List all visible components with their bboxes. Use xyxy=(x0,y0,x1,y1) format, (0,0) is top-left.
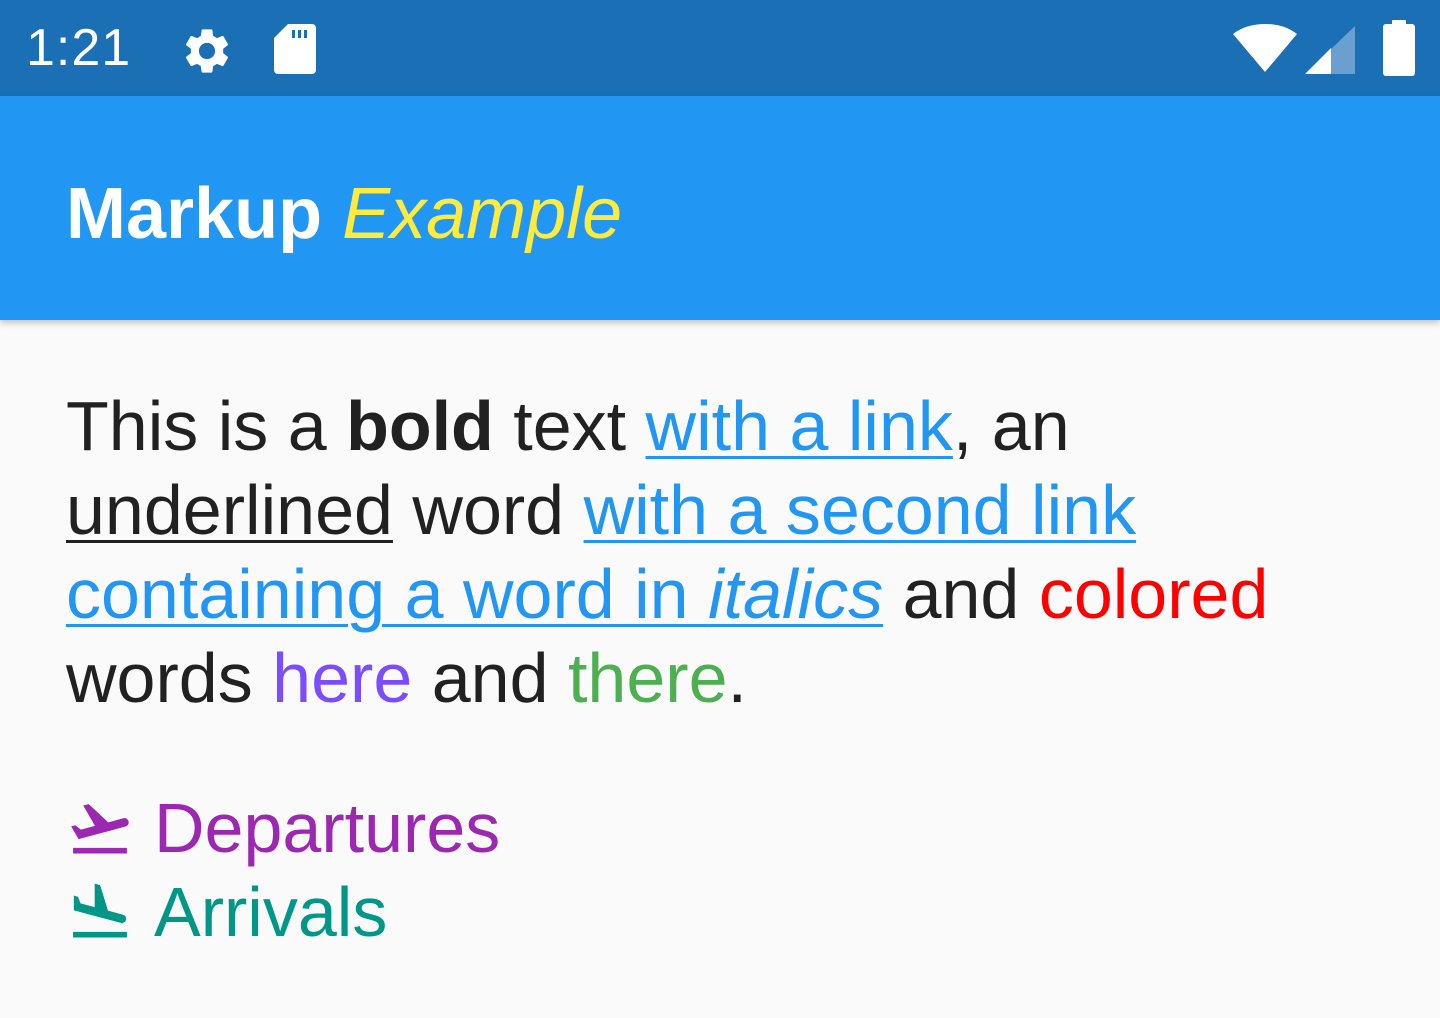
plain-text: word xyxy=(392,471,584,549)
second-link-continued[interactable]: containing a word in italics xyxy=(66,555,883,633)
paragraph-line: This is a bold text with a link, an xyxy=(66,384,1386,468)
list-item-departures: Departures xyxy=(66,786,1066,870)
first-link[interactable]: with a link xyxy=(646,387,953,465)
paragraph-line: words here and there. xyxy=(66,636,1386,720)
sd-card-icon xyxy=(274,24,316,74)
list-item-arrivals: Arrivals xyxy=(66,870,1066,954)
bold-word: bold xyxy=(346,387,494,465)
colored-word: colored xyxy=(1038,555,1269,633)
departures-label: Departures xyxy=(154,789,501,867)
second-link[interactable]: with a second link xyxy=(584,471,1137,549)
cell-signal-icon xyxy=(1305,26,1355,74)
battery-icon xyxy=(1383,20,1415,76)
here-word: here xyxy=(272,639,413,717)
gear-icon xyxy=(185,29,229,73)
flight-land-icon xyxy=(73,883,127,938)
there-word: there xyxy=(567,639,728,717)
plain-text: . xyxy=(727,639,747,717)
status-bar: 1:21 xyxy=(0,0,1440,96)
italic-word[interactable]: italics xyxy=(708,555,883,633)
plain-text: words xyxy=(66,639,273,717)
plain-text: text xyxy=(493,387,646,465)
underlined-word: underlined xyxy=(66,471,393,549)
status-time: 1:21 xyxy=(26,19,132,77)
paragraph-line: underlined word with a second link xyxy=(66,468,1386,552)
plain-text: and xyxy=(412,639,568,717)
second-link-text[interactable]: containing a word in xyxy=(66,555,708,633)
plain-text: , an xyxy=(952,387,1070,465)
app-title-italic: Example xyxy=(342,174,623,254)
app-title: Markup Example xyxy=(66,172,622,256)
plain-text: and xyxy=(883,555,1039,633)
flight-takeoff-icon xyxy=(71,804,129,854)
plain-text: This is a xyxy=(66,387,347,465)
wifi-icon xyxy=(1233,24,1297,72)
arrivals-label: Arrivals xyxy=(154,873,388,951)
flight-list: Departures Arrivals xyxy=(66,786,1066,954)
rich-text-paragraph: This is a bold text with a link, an unde… xyxy=(66,384,1386,720)
app-title-bold: Markup xyxy=(66,174,323,254)
paragraph-line: containing a word in italics and colored xyxy=(66,552,1386,636)
